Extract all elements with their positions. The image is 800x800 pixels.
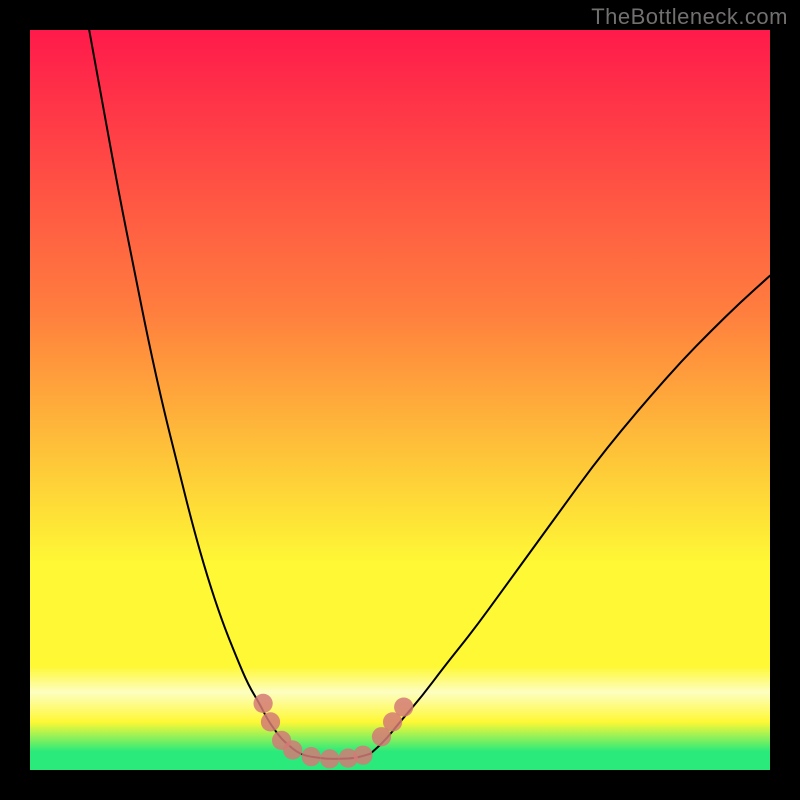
curve-marker bbox=[320, 749, 339, 768]
curve-marker bbox=[283, 740, 302, 759]
gradient-background bbox=[30, 30, 770, 770]
curve-marker bbox=[253, 694, 272, 713]
curve-marker bbox=[394, 697, 413, 716]
curve-marker bbox=[261, 712, 280, 731]
curve-marker bbox=[353, 746, 372, 765]
watermark-text: TheBottleneck.com bbox=[591, 4, 788, 30]
curve-marker bbox=[302, 747, 321, 766]
bottleneck-chart bbox=[30, 30, 770, 770]
chart-frame: { "watermark": "TheBottleneck.com", "col… bbox=[0, 0, 800, 800]
